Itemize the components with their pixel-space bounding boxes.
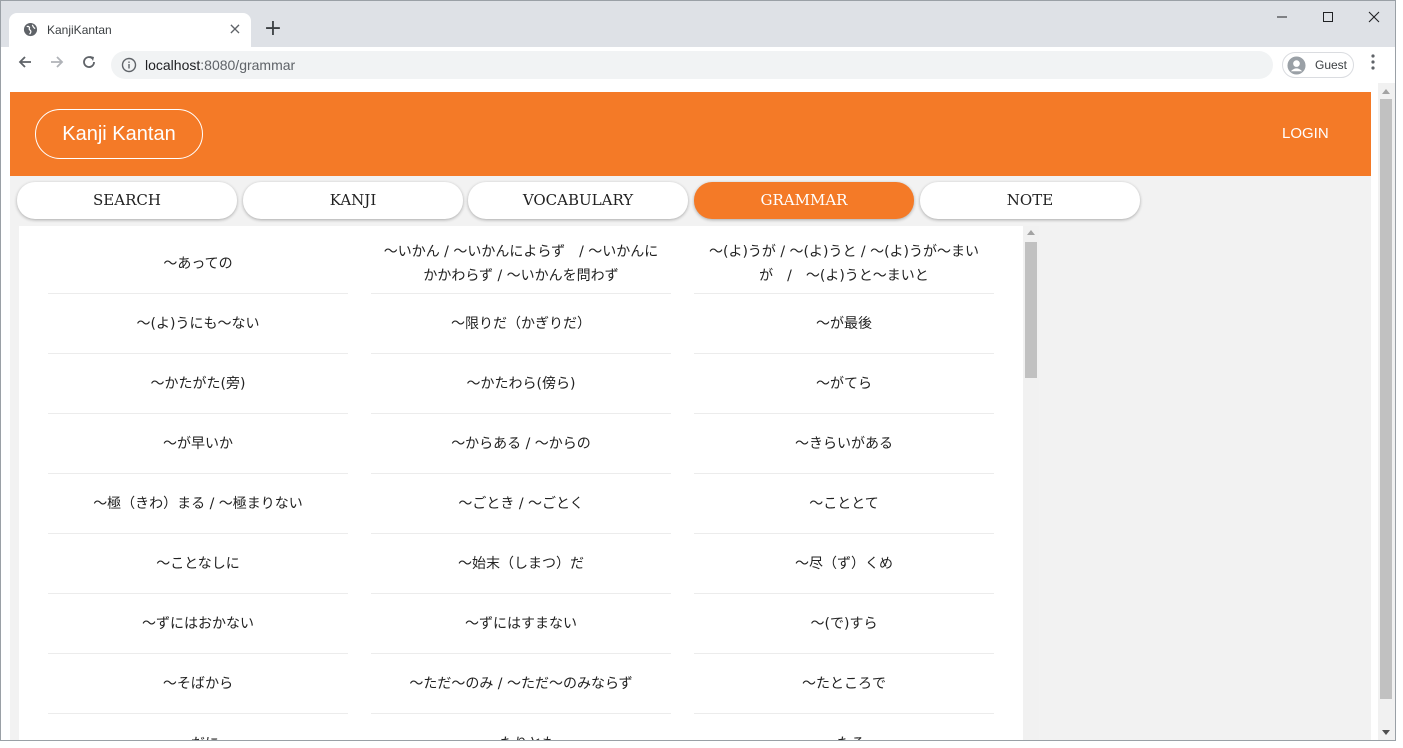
scroll-up-arrow-icon[interactable] [1027,230,1035,235]
grammar-item[interactable]: ～が最後 [694,294,994,354]
grammar-item[interactable]: ～いかん / ～いかんによらず / ～いかんにかかわらず / ～いかんを問わず [371,234,671,294]
grammar-item[interactable]: 〜限りだ（かぎりだ） [371,294,671,354]
grammar-item[interactable]: 〜(で)すら [694,594,994,654]
grammar-item[interactable]: ～あっての [48,234,348,294]
tab-vocabulary[interactable]: VOCABULARY [468,182,688,219]
browser-tab[interactable]: KanjiKantan × [9,13,251,47]
grammar-item[interactable]: 〜始末（しまつ）だ [371,534,671,594]
reload-icon[interactable] [77,53,101,77]
grammar-item[interactable]: ～かたわら(傍ら) [371,354,671,414]
tab-kanji[interactable]: KANJI [243,182,463,219]
info-icon[interactable] [121,57,137,73]
tab-search[interactable]: SEARCH [17,182,237,219]
grammar-item[interactable]: ～ずにはおかない [48,594,348,654]
grammar-item[interactable]: ～たる [694,714,994,741]
close-icon[interactable]: × [225,19,245,39]
plus-icon[interactable]: + [261,17,285,41]
brand-logo[interactable]: Kanji Kantan [35,109,203,159]
grammar-item[interactable]: ～が早いか [48,414,348,474]
scroll-down-arrow-icon[interactable] [1382,730,1390,735]
app-header: Kanji Kantan LOGIN [10,92,1371,176]
tab-title: KanjiKantan [47,23,112,37]
grammar-item[interactable]: ～たところで [694,654,994,714]
window-close-icon[interactable] [1351,7,1395,31]
grammar-item[interactable]: ～がてら [694,354,994,414]
grammar-item[interactable]: ～ごとき / ～ごとく [371,474,671,534]
tab-grammar[interactable]: GRAMMAR [694,182,914,219]
url-host: localhost [145,57,201,73]
page-viewport: Kanji Kantan LOGIN SEARCH KANJI VOCABULA… [1,83,1395,741]
grammar-item[interactable]: 〜尽（ず）くめ [694,534,994,594]
grammar-item[interactable]: ～きらいがある [694,414,994,474]
grammar-list-scrollbar[interactable] [1023,226,1039,740]
menu-dots-icon[interactable] [1363,53,1383,77]
address-bar[interactable]: localhost:8080/grammar [111,51,1273,79]
scroll-up-arrow-icon[interactable] [1382,89,1390,94]
globe-icon [23,22,38,37]
scrollbar-thumb[interactable] [1025,242,1037,378]
profile-label: Guest [1315,58,1348,72]
login-link[interactable]: LOGIN [1282,125,1329,142]
url-text: localhost:8080/grammar [145,57,295,73]
tab-note[interactable]: NOTE [920,182,1140,219]
page-scrollbar[interactable] [1378,83,1395,740]
scrollbar-thumb[interactable] [1380,99,1392,699]
tab-strip: KanjiKantan × + [1,1,1395,47]
grammar-item[interactable]: ～こととて [694,474,994,534]
grammar-item[interactable]: 〜(よ)うにも～ない [48,294,348,354]
url-path: :8080/grammar [200,57,296,73]
forward-icon[interactable] [45,53,69,77]
profile-button[interactable]: Guest [1282,52,1354,78]
avatar-icon [1287,56,1306,75]
grammar-item[interactable]: ～ずにはすまない [371,594,671,654]
maximize-icon[interactable] [1305,7,1351,31]
back-icon[interactable] [13,53,37,77]
grammar-item[interactable]: 〜極（きわ）まる / ～極まりない [48,474,348,534]
browser-window: KanjiKantan × + localhost:8080/grammar G… [0,0,1396,741]
page: Kanji Kantan LOGIN SEARCH KANJI VOCABULA… [10,92,1371,741]
grammar-item[interactable]: ～だに [48,714,348,741]
grammar-item[interactable]: ～ことなしに [48,534,348,594]
grammar-item[interactable]: ～からある / ～からの [371,414,671,474]
grammar-item[interactable]: ～たりとも [371,714,671,741]
grammar-list-panel: ～あっての ～いかん / ～いかんによらず / ～いかんにかかわらず / ～いか… [19,226,1039,741]
minimize-icon[interactable] [1259,7,1305,31]
grammar-item[interactable]: ～ただ～のみ / ～ただ～のみならず [371,654,671,714]
grammar-item[interactable]: ～そばから [48,654,348,714]
grammar-item[interactable]: 〜(よ)うが / 〜(よ)うと / 〜(よ)うが～まいが / 〜(よ)うと～まい… [694,234,994,294]
grammar-item[interactable]: ～かたがた(旁) [48,354,348,414]
browser-toolbar: localhost:8080/grammar Guest [1,47,1395,83]
